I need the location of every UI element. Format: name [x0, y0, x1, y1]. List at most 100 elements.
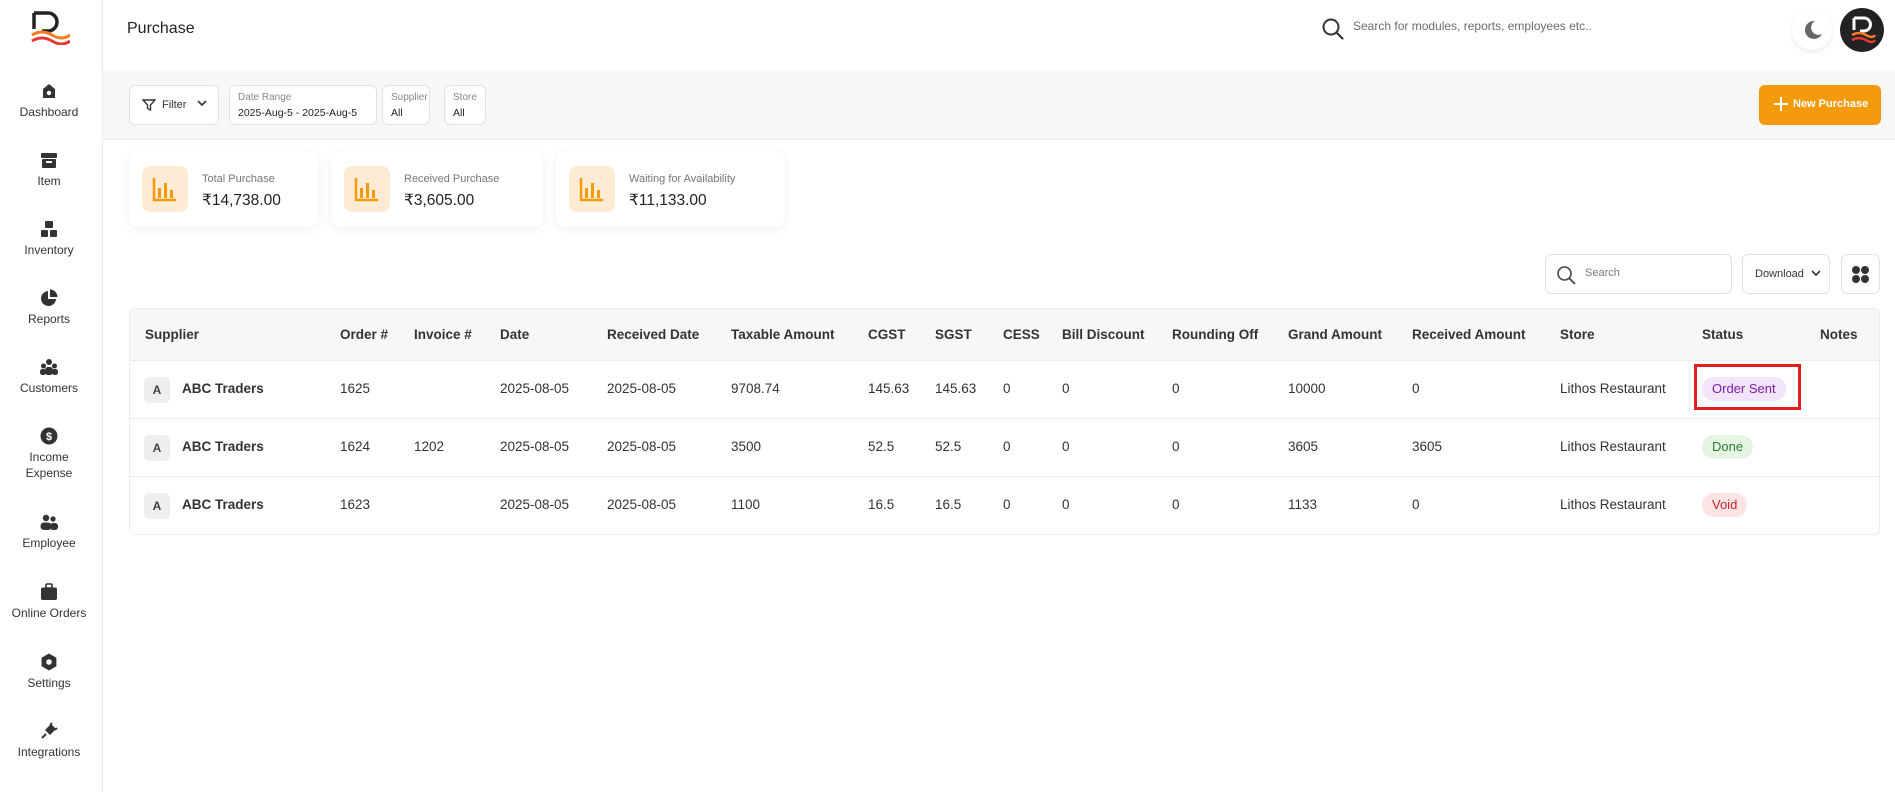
- bill-discount: 0: [1062, 381, 1070, 396]
- received-amount: 0: [1412, 497, 1420, 512]
- stat-card-waiting-availability: Waiting for Availability ₹11,133.00: [556, 151, 785, 227]
- supplier-name[interactable]: ABC Traders: [182, 381, 264, 396]
- new-purchase-button[interactable]: New Purchase: [1759, 85, 1881, 125]
- column-header[interactable]: Grand Amount: [1288, 327, 1382, 342]
- taxable-amount: 9708.74: [731, 381, 780, 396]
- sidebar-item-income-expense[interactable]: $ Income Expense: [0, 427, 98, 481]
- sidebar-item-label: Dashboard: [19, 105, 79, 119]
- date-range-filter[interactable]: Date Range 2025-Aug-5 - 2025-Aug-5: [229, 85, 377, 125]
- column-header[interactable]: Status: [1702, 327, 1743, 342]
- column-header[interactable]: SGST: [935, 327, 972, 342]
- sidebar-item-integrations[interactable]: Integrations: [0, 722, 98, 760]
- bill-discount: 0: [1062, 497, 1070, 512]
- grid-view-button[interactable]: [1841, 254, 1880, 294]
- supplier-value: All: [391, 107, 403, 119]
- pie-chart-icon: [41, 289, 58, 306]
- users-icon: [40, 359, 58, 375]
- column-header[interactable]: Bill Discount: [1062, 327, 1145, 342]
- cess: 0: [1003, 381, 1011, 396]
- status-badge[interactable]: Void: [1702, 493, 1748, 517]
- column-header[interactable]: CGST: [868, 327, 906, 342]
- grand-amount: 1133: [1288, 497, 1318, 512]
- grand-amount: 3605: [1288, 439, 1319, 454]
- table-row[interactable]: A ABC Traders 1623 2025-08-05 2025-08-05…: [130, 477, 1879, 534]
- sidebar-item-customers[interactable]: Customers: [0, 358, 98, 396]
- store-filter[interactable]: Store All: [444, 85, 486, 125]
- sidebar-item-label: Settings: [27, 676, 71, 690]
- sidebar-item-employee[interactable]: Employee: [0, 513, 98, 551]
- table-search: [1545, 254, 1732, 294]
- rounding-off: 0: [1172, 497, 1180, 512]
- supplier-label: Supplier: [391, 92, 428, 103]
- column-header[interactable]: Supplier: [145, 327, 199, 342]
- column-header[interactable]: Rounding Off: [1172, 327, 1258, 342]
- moon-icon: [1804, 20, 1822, 39]
- sidebar-item-inventory[interactable]: Inventory: [0, 220, 98, 258]
- filter-toolbar: Filter Date Range 2025-Aug-5 - 2025-Aug-…: [103, 70, 1895, 140]
- global-search-input[interactable]: [1353, 19, 1613, 33]
- sidebar: Dashboard Item Inventory Reports Custome…: [0, 0, 103, 792]
- bill-discount: 0: [1062, 439, 1070, 454]
- order-number: 1624: [340, 439, 371, 454]
- briefcase-icon: [41, 583, 57, 600]
- column-header[interactable]: Order #: [340, 327, 388, 342]
- status-badge[interactable]: Done: [1702, 435, 1754, 459]
- avatar-logo-icon: [1851, 16, 1877, 44]
- store-label: Store: [453, 92, 477, 103]
- column-header[interactable]: Notes: [1820, 327, 1858, 342]
- new-purchase-label: New Purchase: [1793, 98, 1869, 110]
- plug-icon: [41, 722, 58, 739]
- sidebar-item-label: Customers: [19, 381, 78, 395]
- archive-box-icon: [41, 153, 57, 168]
- table-row[interactable]: A ABC Traders 1624 1202 2025-08-05 2025-…: [130, 419, 1879, 477]
- supplier-name[interactable]: ABC Traders: [182, 439, 264, 454]
- supplier-filter[interactable]: Supplier All: [382, 85, 430, 125]
- column-header[interactable]: Invoice #: [414, 327, 472, 342]
- user-avatar[interactable]: [1840, 8, 1884, 52]
- supplier-avatar: A: [144, 493, 170, 519]
- supplier-avatar: A: [144, 435, 170, 461]
- sidebar-item-item[interactable]: Item: [0, 151, 98, 189]
- sidebar-item-label: Income: [29, 450, 69, 464]
- app-logo[interactable]: [30, 11, 70, 45]
- column-header[interactable]: CESS: [1003, 327, 1040, 342]
- sidebar-item-label: Online Orders: [11, 606, 87, 620]
- store: Lithos Restaurant: [1560, 381, 1666, 396]
- store: Lithos Restaurant: [1560, 439, 1666, 454]
- sidebar-item-online-orders[interactable]: Online Orders: [0, 583, 98, 621]
- filter-label: Filter: [162, 99, 187, 111]
- sidebar-item-dashboard[interactable]: Dashboard: [0, 82, 98, 120]
- employees-icon: [40, 514, 58, 530]
- column-header[interactable]: Received Amount: [1412, 327, 1526, 342]
- bar-chart-icon: [344, 166, 390, 212]
- sidebar-item-reports[interactable]: Reports: [0, 289, 98, 327]
- search-icon: [1557, 266, 1576, 285]
- filter-button[interactable]: Filter: [129, 85, 219, 125]
- column-header[interactable]: Received Date: [607, 327, 699, 342]
- taxable-amount: 3500: [731, 439, 762, 454]
- invoice-number: 1202: [414, 439, 445, 454]
- status-highlight-box: [1694, 364, 1801, 410]
- supplier-name[interactable]: ABC Traders: [182, 497, 264, 512]
- store: Lithos Restaurant: [1560, 497, 1666, 512]
- plus-icon: [1774, 97, 1788, 111]
- column-header[interactable]: Taxable Amount: [731, 327, 835, 342]
- rounding-off: 0: [1172, 439, 1180, 454]
- download-label: Download: [1755, 268, 1804, 280]
- table-row[interactable]: A ABC Traders 1625 2025-08-05 2025-08-05…: [130, 361, 1879, 419]
- received-amount: 3605: [1412, 439, 1443, 454]
- download-button[interactable]: Download: [1742, 254, 1830, 294]
- order-number: 1625: [340, 381, 371, 396]
- received-date: 2025-08-05: [607, 381, 677, 396]
- dashboard-icon: [43, 84, 55, 98]
- table-search-input[interactable]: [1585, 267, 1725, 279]
- column-header[interactable]: Date: [500, 327, 529, 342]
- cgst: 145.63: [868, 381, 910, 396]
- page-title: Purchase: [127, 20, 195, 37]
- search-icon[interactable]: [1321, 17, 1345, 41]
- sidebar-item-settings[interactable]: Settings: [0, 653, 98, 691]
- column-header[interactable]: Store: [1560, 327, 1595, 342]
- stat-value: ₹14,738.00: [202, 192, 281, 209]
- taxable-amount: 1100: [731, 497, 761, 512]
- theme-toggle-button[interactable]: [1792, 10, 1832, 50]
